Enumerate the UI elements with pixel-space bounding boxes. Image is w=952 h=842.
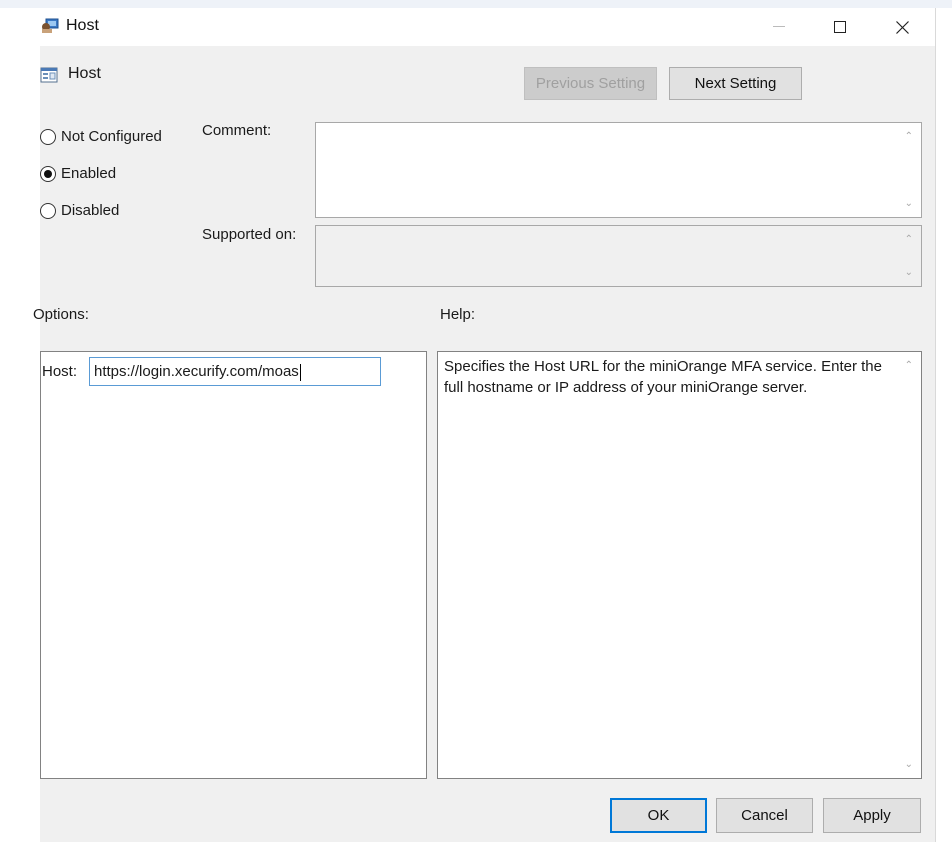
radio-not-configured[interactable]: Not Configured — [40, 128, 162, 145]
scroll-down-icon[interactable]: ⌄ — [905, 759, 913, 770]
policy-setting-icon — [40, 67, 58, 83]
host-label: Host: — [42, 363, 78, 380]
scroll-down-icon[interactable]: ⌄ — [905, 198, 913, 209]
options-label: Options: — [33, 306, 89, 323]
host-input[interactable]: https://login.xecurify.com/moas — [89, 357, 381, 386]
background-strip — [0, 0, 952, 8]
comment-label: Comment: — [202, 122, 272, 139]
apply-button[interactable]: Apply — [823, 798, 921, 833]
host-input-value: https://login.xecurify.com/moas — [94, 363, 299, 380]
maximize-icon — [834, 21, 846, 33]
radio-unchecked-icon — [40, 128, 56, 145]
ok-button[interactable]: OK — [610, 798, 707, 833]
policy-name: Host — [68, 65, 101, 82]
radio-label: Enabled — [61, 165, 117, 182]
close-button[interactable] — [879, 8, 925, 46]
cancel-button[interactable]: Cancel — [716, 798, 813, 833]
next-setting-button[interactable]: Next Setting — [669, 67, 802, 100]
background-window-edge — [935, 8, 952, 842]
scroll-down-icon[interactable]: ⌄ — [905, 267, 913, 278]
radio-unchecked-icon — [40, 202, 56, 219]
radio-checked-icon — [40, 165, 56, 182]
options-panel — [40, 351, 427, 779]
radio-enabled[interactable]: Enabled — [40, 165, 116, 182]
comment-textarea[interactable]: ⌃ ⌄ — [315, 122, 922, 218]
supported-on-label: Supported on: — [202, 226, 297, 243]
group-policy-app-icon — [42, 18, 59, 33]
minimize-icon — [773, 26, 785, 27]
previous-setting-button[interactable]: Previous Setting — [524, 67, 657, 100]
radio-label: Disabled — [61, 202, 120, 219]
scroll-up-icon[interactable]: ⌃ — [905, 131, 913, 142]
supported-on-field: ⌃ ⌄ — [315, 225, 922, 287]
window-title: Host — [66, 17, 99, 34]
radio-label: Not Configured — [61, 128, 162, 145]
text-cursor — [299, 363, 301, 381]
close-icon — [895, 20, 909, 34]
minimize-button[interactable] — [756, 8, 802, 46]
help-label: Help: — [440, 306, 476, 323]
scroll-up-icon[interactable]: ⌃ — [905, 234, 913, 245]
maximize-button[interactable] — [817, 8, 863, 46]
help-panel: ⌃ ⌄ — [437, 351, 922, 779]
radio-disabled[interactable]: Disabled — [40, 202, 119, 219]
scroll-up-icon[interactable]: ⌃ — [905, 360, 913, 371]
help-text: Specifies the Host URL for the miniOrang… — [444, 358, 882, 396]
